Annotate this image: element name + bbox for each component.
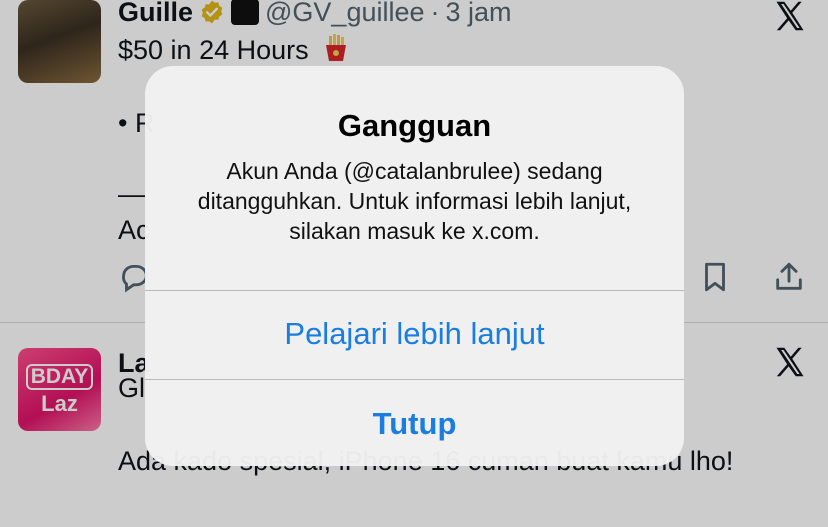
alert-title: Gangguan — [337, 108, 492, 143]
learn-more-button[interactable]: Pelajari lebih lanjut — [145, 314, 684, 354]
alert-divider — [145, 290, 684, 291]
alert-divider — [145, 379, 684, 380]
alert-message: Akun Anda (@catalanbrulee) sedang ditang… — [197, 158, 632, 244]
suspension-alert-dialog: Gangguan Akun Anda (@catalanbrulee) seda… — [145, 66, 684, 466]
close-button[interactable]: Tutup — [145, 404, 684, 444]
